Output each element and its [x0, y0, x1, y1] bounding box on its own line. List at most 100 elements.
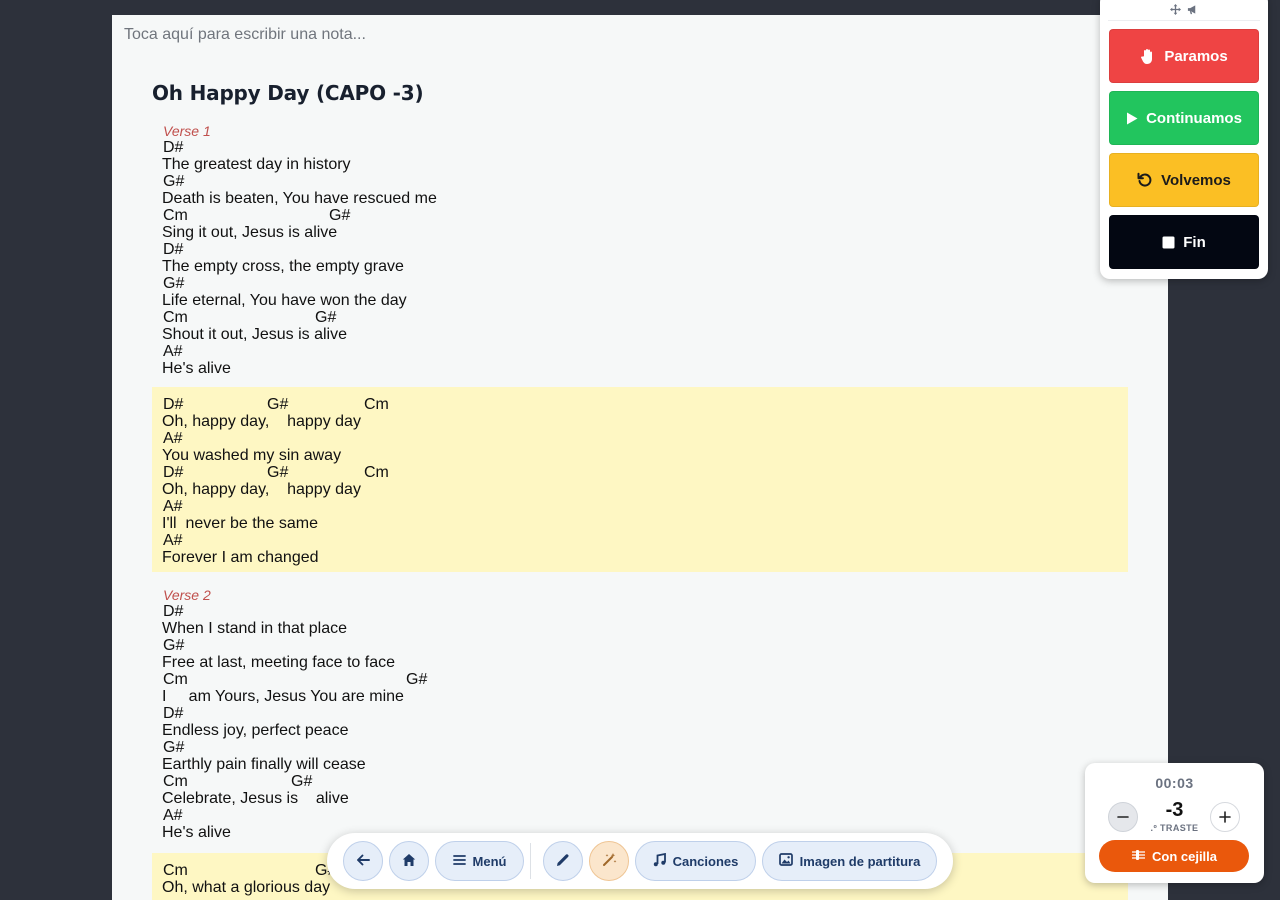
lyric-line: Life eternal, You have won the day: [162, 292, 407, 309]
chord-line: G#: [162, 275, 762, 292]
chord: G#: [163, 739, 185, 756]
chord: A#: [163, 498, 183, 515]
chord-line: A#: [162, 532, 762, 549]
chord-line: A#: [162, 430, 762, 447]
lyric-line: The empty cross, the empty grave: [162, 258, 404, 275]
chord-line: D# G# Cm: [162, 396, 762, 413]
arrow-left-icon: [356, 853, 370, 870]
home-button[interactable]: [389, 841, 429, 881]
pencil-icon: [556, 853, 570, 870]
cue-panel-handle[interactable]: [1100, 4, 1268, 18]
chord-line: D#: [162, 603, 762, 620]
cue-panel: Paramos Continuamos Volvemos Fin: [1100, 0, 1268, 279]
verse-block: Verse 2 D# When I stand in that place G# Fre…: [152, 587, 1128, 845]
lyric-line: Celebrate, Jesus is alive: [162, 790, 349, 807]
sheet-image-label: Imagen de partitura: [799, 853, 921, 869]
stop-label: Paramos: [1164, 47, 1228, 65]
plus-icon: [1219, 807, 1231, 828]
chord-line: Cm G#: [162, 671, 762, 688]
play-icon: [1126, 112, 1138, 125]
chord: D#: [163, 396, 184, 413]
note-input[interactable]: [124, 24, 1024, 46]
lyric-line: Earthly pain finally will cease: [162, 756, 366, 773]
chord: Cm: [163, 309, 188, 326]
chord: Cm: [163, 671, 188, 688]
image-icon: [778, 853, 793, 869]
lyric-line: The greatest day in history: [162, 156, 351, 173]
lyric-line: Shout it out, Jesus is alive: [162, 326, 347, 343]
chord-line: D# G# Cm: [162, 464, 762, 481]
move-icon[interactable]: [1170, 4, 1181, 18]
section-label: Verse 2: [163, 587, 211, 603]
lyric-line: Oh, happy day, happy day: [162, 413, 361, 430]
edit-button[interactable]: [543, 841, 583, 881]
rotate-left-icon: [1137, 172, 1153, 188]
chord: D#: [163, 603, 184, 620]
verse-block: Verse 1 D# The greatest day in history G# De…: [152, 123, 1128, 381]
lyric-line: When I stand in that place: [162, 620, 347, 637]
chord-line: A#: [162, 498, 762, 515]
chord-line: G#: [162, 173, 762, 190]
section-label: Verse 1: [163, 123, 211, 139]
stop-button[interactable]: Paramos: [1109, 29, 1259, 83]
capo-toggle-button[interactable]: Con cejilla: [1099, 840, 1249, 872]
sheet-image-button[interactable]: Imagen de partitura: [762, 841, 937, 881]
chord-line: D#: [162, 705, 762, 722]
songs-button[interactable]: Canciones: [635, 841, 756, 881]
divider: [1108, 20, 1260, 21]
chord-line: G#: [162, 637, 762, 654]
chord: Cm: [163, 207, 188, 224]
chord: A#: [163, 343, 183, 360]
lyric-line: Forever I am changed: [162, 549, 319, 566]
hand-icon: [1140, 48, 1156, 65]
chord-line: D#: [162, 241, 762, 258]
continue-label: Continuamos: [1146, 109, 1242, 127]
lyric-line: Oh, happy day, happy day: [162, 481, 361, 498]
capo-increase-button[interactable]: [1210, 802, 1240, 832]
lyric-line: Oh, what a glorious day: [162, 879, 331, 896]
square-icon: [1162, 236, 1175, 249]
chord-line: Cm G#: [162, 207, 762, 224]
capo-widget: 00:03 -3 .º TRASTE Con cejilla: [1085, 763, 1264, 883]
continue-button[interactable]: Continuamos: [1109, 91, 1259, 145]
menu-label: Menú: [472, 853, 507, 869]
back-button[interactable]: [343, 841, 383, 881]
divider: [530, 843, 531, 879]
chord: Cm: [364, 396, 389, 413]
chord-line: G#: [162, 739, 762, 756]
chord: G#: [163, 173, 185, 190]
chord: G#: [315, 309, 337, 326]
chorus-block: D# G# Cm Oh, happy day, happy day A# You wash…: [152, 387, 1128, 572]
chord: G#: [267, 464, 289, 481]
chord: G#: [163, 637, 185, 654]
capo-icon: [1131, 849, 1146, 864]
chord: A#: [163, 430, 183, 447]
chord-line: A#: [162, 807, 762, 824]
menu-button[interactable]: Menú: [435, 841, 524, 881]
chord-line: Cm G#: [162, 309, 762, 326]
lyric-line: Sing it out, Jesus is alive: [162, 224, 338, 241]
lyric-line: You washed my sin away: [162, 447, 342, 464]
magic-wand-icon: [602, 852, 617, 870]
lyric-line: I am Yours, Jesus You are mine: [162, 688, 404, 705]
repeat-button[interactable]: Volvemos: [1109, 153, 1259, 207]
chord: Cm: [163, 773, 188, 790]
chord: D#: [163, 241, 184, 258]
chord: G#: [329, 207, 351, 224]
end-label: Fin: [1183, 233, 1206, 251]
lyric-line: Death is beaten, You have rescued me: [162, 190, 437, 207]
end-button[interactable]: Fin: [1109, 215, 1259, 269]
song-title: Oh Happy Day (CAPO -3): [152, 81, 424, 105]
songs-label: Canciones: [672, 853, 739, 869]
lyric-line: I'll never be the same: [162, 515, 319, 532]
chord: G#: [163, 275, 185, 292]
chord: Cm: [163, 862, 188, 879]
chord: D#: [163, 139, 184, 156]
megaphone-icon[interactable]: [1187, 4, 1198, 18]
chord-line: D#: [162, 139, 762, 156]
magic-button[interactable]: [589, 841, 629, 881]
chord: G#: [291, 773, 313, 790]
music-note-icon: [653, 852, 666, 870]
capo-toggle-label: Con cejilla: [1151, 848, 1218, 864]
repeat-label: Volvemos: [1161, 171, 1231, 189]
